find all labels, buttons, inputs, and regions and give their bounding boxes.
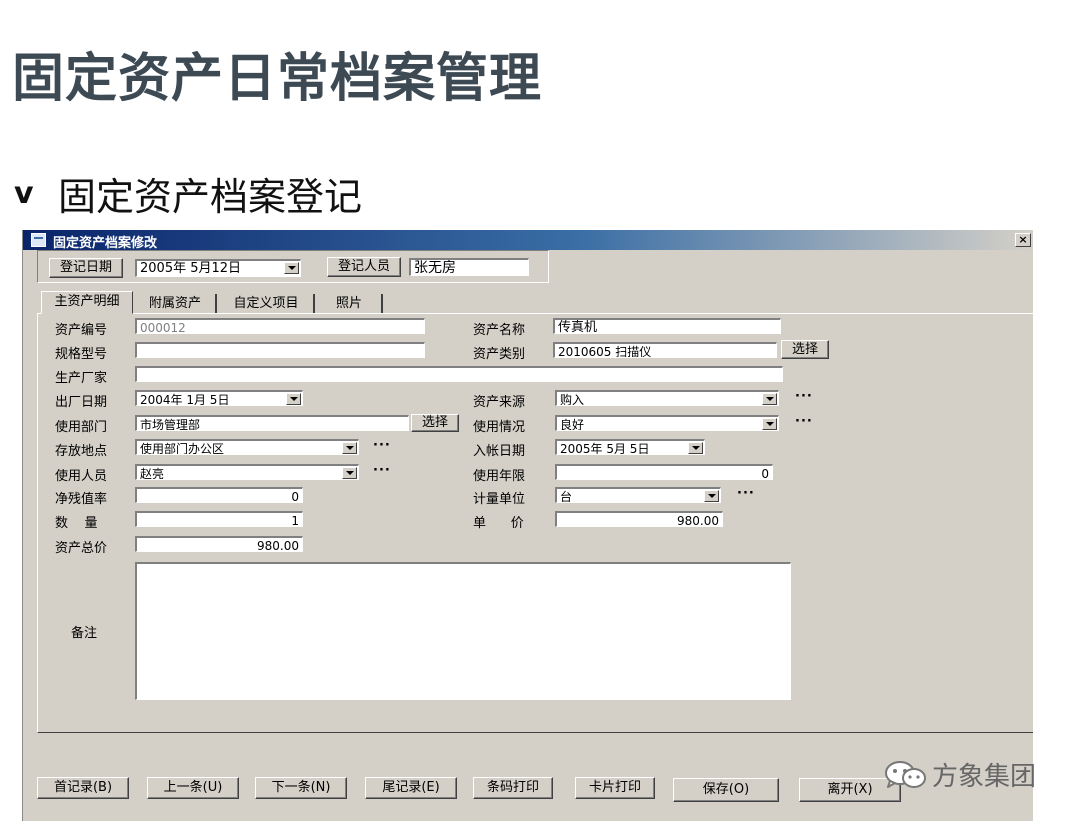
dept-label: 使用部门 — [55, 420, 108, 435]
reg-person-label: 登记人员 — [327, 257, 401, 277]
mfg-date-picker[interactable]: 2004年 1月 5日 — [135, 390, 303, 406]
reg-date-value: 2005年 5月12日 — [140, 261, 242, 276]
residual-label: 净残值率 — [55, 492, 108, 507]
window-title: 固定资产档案修改 — [53, 236, 158, 251]
source-label: 资产来源 — [473, 395, 526, 410]
user-more-button[interactable]: ··· — [373, 463, 391, 478]
user-label: 使用人员 — [55, 469, 108, 484]
barcode-print-button[interactable]: 条码打印 — [473, 777, 553, 799]
chevron-down-icon[interactable] — [762, 418, 777, 430]
mfg-date-label: 出厂日期 — [55, 395, 108, 410]
price-label: 单 价 — [473, 516, 524, 531]
bullet-row: v 固定资产档案登记 — [14, 166, 362, 221]
category-label: 资产类别 — [473, 347, 526, 362]
watermark: 方象集团 — [884, 756, 1036, 793]
location-label: 存放地点 — [55, 444, 108, 459]
asset-edit-window: 固定资产档案修改 × 登记日期 2005年 5月12日 登记人员 张无房 主资产… — [22, 230, 1033, 821]
entry-date-picker[interactable]: 2005年 5月 5日 — [555, 439, 705, 455]
location-dropdown[interactable]: 使用部门办公区 — [135, 439, 359, 455]
watermark-text: 方象集团 — [932, 762, 1037, 792]
chevron-down-icon[interactable] — [286, 393, 301, 405]
chevron-down-icon[interactable] — [762, 393, 777, 405]
chevron-down-icon[interactable] — [704, 490, 719, 502]
first-record-button[interactable]: 首记录(B) — [37, 777, 129, 799]
reg-date-label: 登记日期 — [49, 258, 123, 278]
condition-dropdown[interactable]: 良好 — [555, 415, 779, 431]
slide-title: 固定资产日常档案管理 — [12, 49, 543, 109]
asset-name-field[interactable]: 传真机 — [553, 318, 781, 334]
price-field[interactable]: 980.00 — [555, 511, 723, 527]
chevron-down-icon[interactable] — [284, 262, 299, 274]
source-dropdown[interactable]: 购入 — [555, 390, 779, 406]
memo-label: 备注 — [71, 626, 98, 641]
residual-field[interactable]: 0 — [135, 487, 303, 503]
dept-select-button[interactable]: 选择 — [411, 414, 459, 432]
life-field[interactable]: 0 — [555, 464, 773, 480]
window-icon — [31, 233, 46, 247]
tab-custom-items[interactable]: 自定义项目 — [219, 294, 315, 313]
maker-label: 生产厂家 — [55, 371, 108, 386]
unit-more-button[interactable]: ··· — [737, 486, 755, 501]
unit-value: 台 — [560, 490, 573, 503]
qty-field[interactable]: 1 — [135, 511, 303, 527]
entry-date-value: 2005年 5月 5日 — [560, 442, 650, 455]
asset-name-label: 资产名称 — [473, 323, 526, 338]
category-select-button[interactable]: 选择 — [781, 340, 829, 359]
close-button[interactable]: × — [1015, 233, 1031, 247]
tab-main-detail[interactable]: 主资产明细 — [41, 291, 133, 314]
window-titlebar[interactable]: 固定资产档案修改 × — [23, 230, 1033, 251]
chevron-down-icon[interactable] — [688, 442, 703, 454]
life-label: 使用年限 — [473, 469, 526, 484]
spec-field[interactable] — [135, 342, 425, 358]
condition-value: 良好 — [560, 418, 585, 431]
unit-label: 计量单位 — [473, 492, 526, 507]
tab-photos[interactable]: 照片 — [317, 294, 383, 313]
dept-field[interactable]: 市场管理部 — [135, 415, 409, 431]
bullet-mark: v — [14, 176, 34, 211]
unit-dropdown[interactable]: 台 — [555, 487, 721, 503]
condition-label: 使用情况 — [473, 420, 526, 435]
asset-no-field[interactable]: 000012 — [135, 318, 425, 334]
maker-field[interactable] — [135, 366, 783, 382]
qty-label: 数 量 — [55, 516, 98, 531]
memo-textarea[interactable] — [135, 562, 791, 700]
mfg-date-value: 2004年 1月 5日 — [140, 393, 230, 406]
reg-date-picker[interactable]: 2005年 5月12日 — [135, 259, 301, 277]
category-field[interactable]: 2010605 扫描仪 — [553, 342, 777, 358]
spec-label: 规格型号 — [55, 347, 108, 362]
next-record-button[interactable]: 下一条(N) — [255, 777, 347, 799]
location-value: 使用部门办公区 — [140, 442, 225, 455]
card-print-button[interactable]: 卡片打印 — [575, 777, 655, 799]
tab-attached-assets[interactable]: 附属资产 — [135, 294, 217, 313]
source-more-button[interactable]: ··· — [795, 389, 813, 404]
asset-no-label: 资产编号 — [55, 323, 108, 338]
location-more-button[interactable]: ··· — [373, 438, 391, 453]
wechat-icon — [884, 760, 928, 790]
chevron-down-icon[interactable] — [342, 442, 357, 454]
source-value: 购入 — [560, 393, 585, 406]
save-button[interactable]: 保存(O) — [673, 778, 779, 802]
entry-date-label: 入帐日期 — [473, 444, 526, 459]
total-label: 资产总价 — [55, 541, 108, 556]
user-dropdown[interactable]: 赵亮 — [135, 464, 359, 480]
condition-more-button[interactable]: ··· — [795, 414, 813, 429]
user-value: 赵亮 — [140, 467, 165, 480]
chevron-down-icon[interactable] — [342, 467, 357, 479]
reg-person-field[interactable]: 张无房 — [409, 258, 529, 276]
bullet-text: 固定资产档案登记 — [58, 175, 363, 219]
last-record-button[interactable]: 尾记录(E) — [365, 777, 457, 799]
prev-record-button[interactable]: 上一条(U) — [147, 777, 239, 799]
total-field[interactable]: 980.00 — [135, 536, 303, 552]
